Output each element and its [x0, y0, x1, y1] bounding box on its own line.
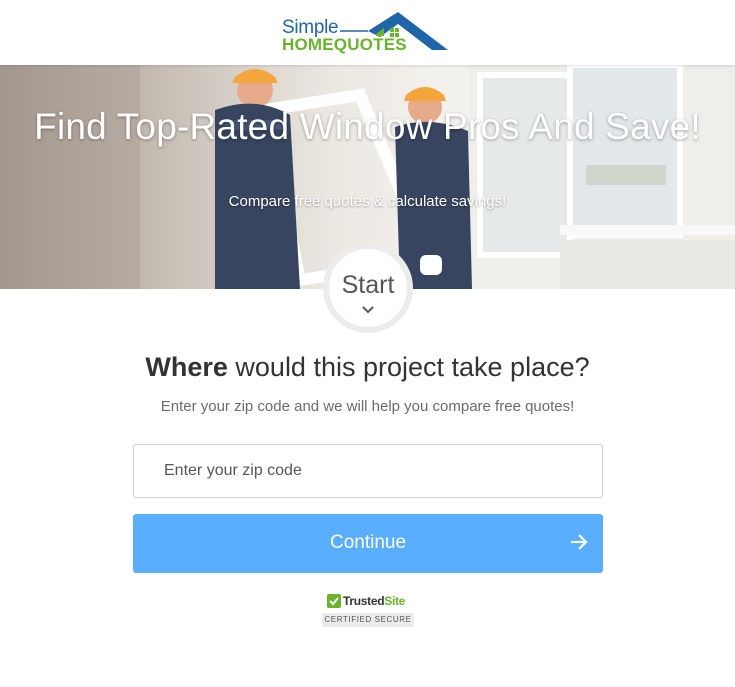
arrow-right-icon [571, 534, 588, 550]
question-rest: would this project take place? [227, 352, 590, 382]
simple-homequotes-logo[interactable]: Simple HOMEQUOTES [282, 10, 452, 54]
continue-label: Continue [329, 532, 407, 553]
house-roof-icon [340, 12, 448, 50]
trustedsite-name: TrustedSite [343, 594, 405, 608]
start-button[interactable]: Start [323, 243, 413, 333]
checkmark-icon [327, 594, 341, 608]
trustedsite-primary: Trusted [343, 594, 385, 608]
continue-button[interactable]: Continue [133, 514, 603, 573]
site-header: Simple HOMEQUOTES [0, 0, 735, 65]
hero-title: Find Top-Rated Window Pros And Save! [34, 106, 701, 147]
start-label: Start [341, 271, 395, 299]
hero-subtitle: Compare free quotes & calculate savings! [228, 193, 507, 210]
question-bold: Where [145, 352, 228, 382]
trustedsite-accent: Site [384, 594, 406, 608]
question-heading: Where would this project take place? [0, 352, 735, 383]
trustedsite-badge[interactable]: TrustedSite CERTIFIED SECURE [322, 593, 414, 627]
certified-secure-label: CERTIFIED SECURE [322, 613, 414, 627]
zip-code-input[interactable] [133, 444, 603, 498]
help-text: Enter your zip code and we will help you… [160, 398, 575, 415]
chevron-down-icon [362, 306, 374, 314]
